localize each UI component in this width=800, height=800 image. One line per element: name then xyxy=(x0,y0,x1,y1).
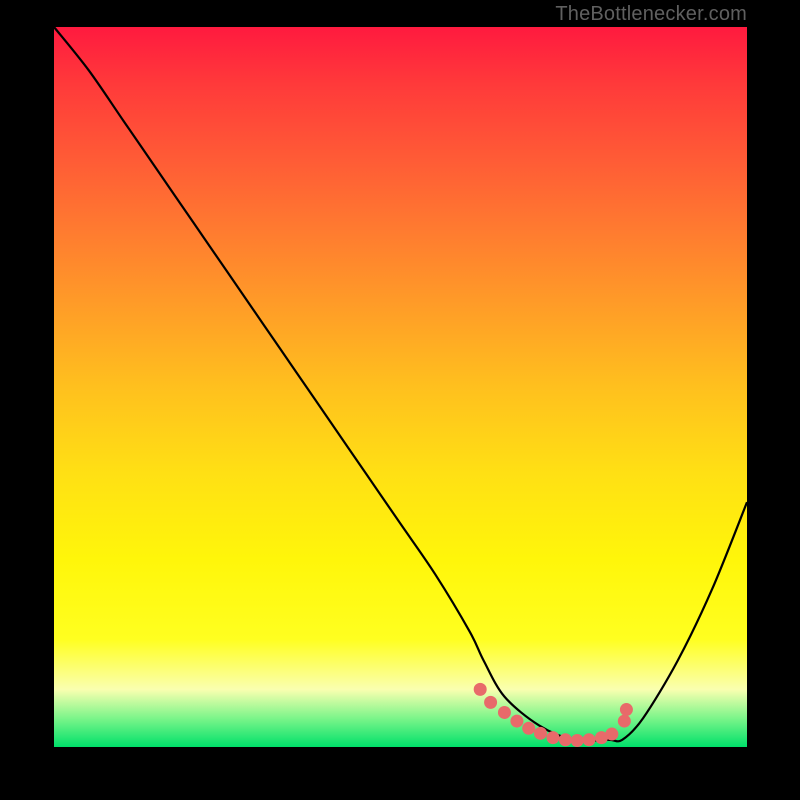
sweet-spot-dot xyxy=(474,683,487,696)
bottleneck-curve xyxy=(54,27,747,741)
sweet-spot-dot xyxy=(620,703,633,716)
sweet-spot-dot xyxy=(534,727,547,740)
chart-canvas: TheBottlenecker.com xyxy=(0,0,800,800)
sweet-spot-dot xyxy=(498,706,511,719)
sweet-spot-dot xyxy=(559,733,572,746)
sweet-spot-dot xyxy=(605,728,618,741)
sweet-spot-dot xyxy=(546,731,559,744)
sweet-spot-dot xyxy=(510,715,523,728)
sweet-spot-dot xyxy=(618,715,631,728)
sweet-spot-dots xyxy=(474,683,633,747)
sweet-spot-dot xyxy=(522,722,535,735)
sweet-spot-dot xyxy=(582,733,595,746)
sweet-spot-dot xyxy=(484,696,497,709)
chart-overlay xyxy=(0,0,800,800)
sweet-spot-dot xyxy=(571,734,584,747)
